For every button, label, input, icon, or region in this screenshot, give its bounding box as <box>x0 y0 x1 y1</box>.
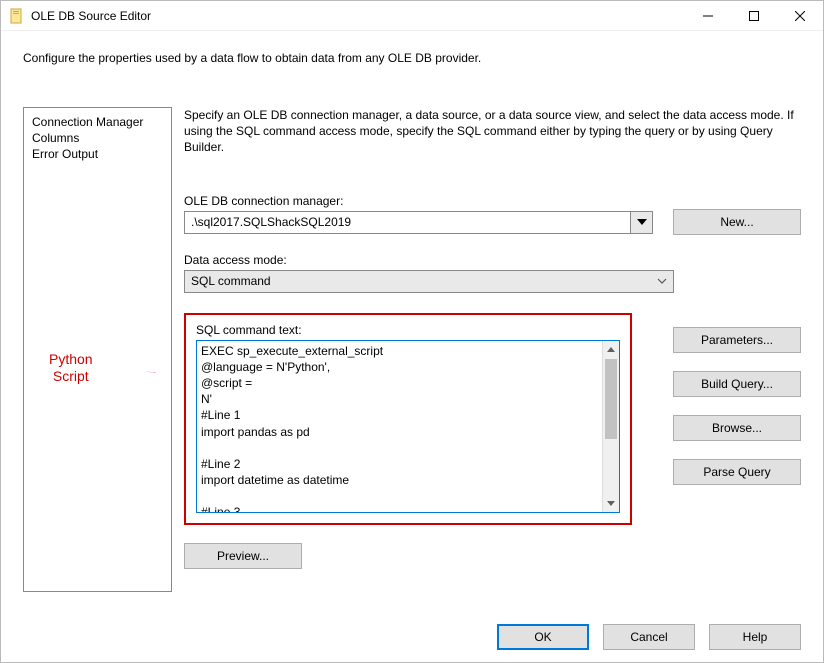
connection-manager-value: .\sql2017.SQLShackSQL2019 <box>191 215 351 229</box>
sidebar-item-columns[interactable]: Columns <box>32 130 163 146</box>
sidebar: Connection Manager Columns Error Output <box>23 107 172 592</box>
app-icon <box>9 8 25 24</box>
scroll-thumb[interactable] <box>605 359 617 439</box>
window-title: OLE DB Source Editor <box>31 9 685 23</box>
new-connection-button[interactable]: New... <box>673 209 801 235</box>
preview-button[interactable]: Preview... <box>184 543 302 569</box>
chevron-down-icon <box>651 271 673 292</box>
annotation-label: Python Script <box>49 351 93 385</box>
build-query-button[interactable]: Build Query... <box>673 371 801 397</box>
parse-query-button[interactable]: Parse Query <box>673 459 801 485</box>
browse-button[interactable]: Browse... <box>673 415 801 441</box>
ok-button[interactable]: OK <box>497 624 589 650</box>
data-access-value: SQL command <box>191 274 271 288</box>
scroll-up-icon[interactable] <box>603 341 619 358</box>
help-button[interactable]: Help <box>709 624 801 650</box>
sidebar-item-connection-manager[interactable]: Connection Manager <box>32 114 163 130</box>
data-access-mode-combo[interactable]: SQL command <box>184 270 674 293</box>
maximize-button[interactable] <box>731 1 777 31</box>
cancel-button[interactable]: Cancel <box>603 624 695 650</box>
close-button[interactable] <box>777 1 823 31</box>
sql-command-textarea[interactable] <box>197 341 602 512</box>
window-controls <box>685 1 823 31</box>
connection-label: OLE DB connection manager: <box>184 194 653 208</box>
minimize-button[interactable] <box>685 1 731 31</box>
parameters-button[interactable]: Parameters... <box>673 327 801 353</box>
page-description: Configure the properties used by a data … <box>23 51 801 65</box>
data-access-label: Data access mode: <box>184 253 674 267</box>
titlebar: OLE DB Source Editor <box>1 1 823 31</box>
sql-command-label: SQL command text: <box>196 323 620 337</box>
instructions-text: Specify an OLE DB connection manager, a … <box>184 107 801 156</box>
chevron-down-icon <box>630 212 652 233</box>
sidebar-item-error-output[interactable]: Error Output <box>32 146 163 162</box>
sql-command-section: SQL command text: <box>184 313 632 525</box>
dialog-footer: OK Cancel Help <box>497 624 801 650</box>
connection-manager-combo[interactable]: .\sql2017.SQLShackSQL2019 <box>184 211 653 234</box>
scroll-down-icon[interactable] <box>603 495 619 512</box>
scrollbar[interactable] <box>602 341 619 512</box>
